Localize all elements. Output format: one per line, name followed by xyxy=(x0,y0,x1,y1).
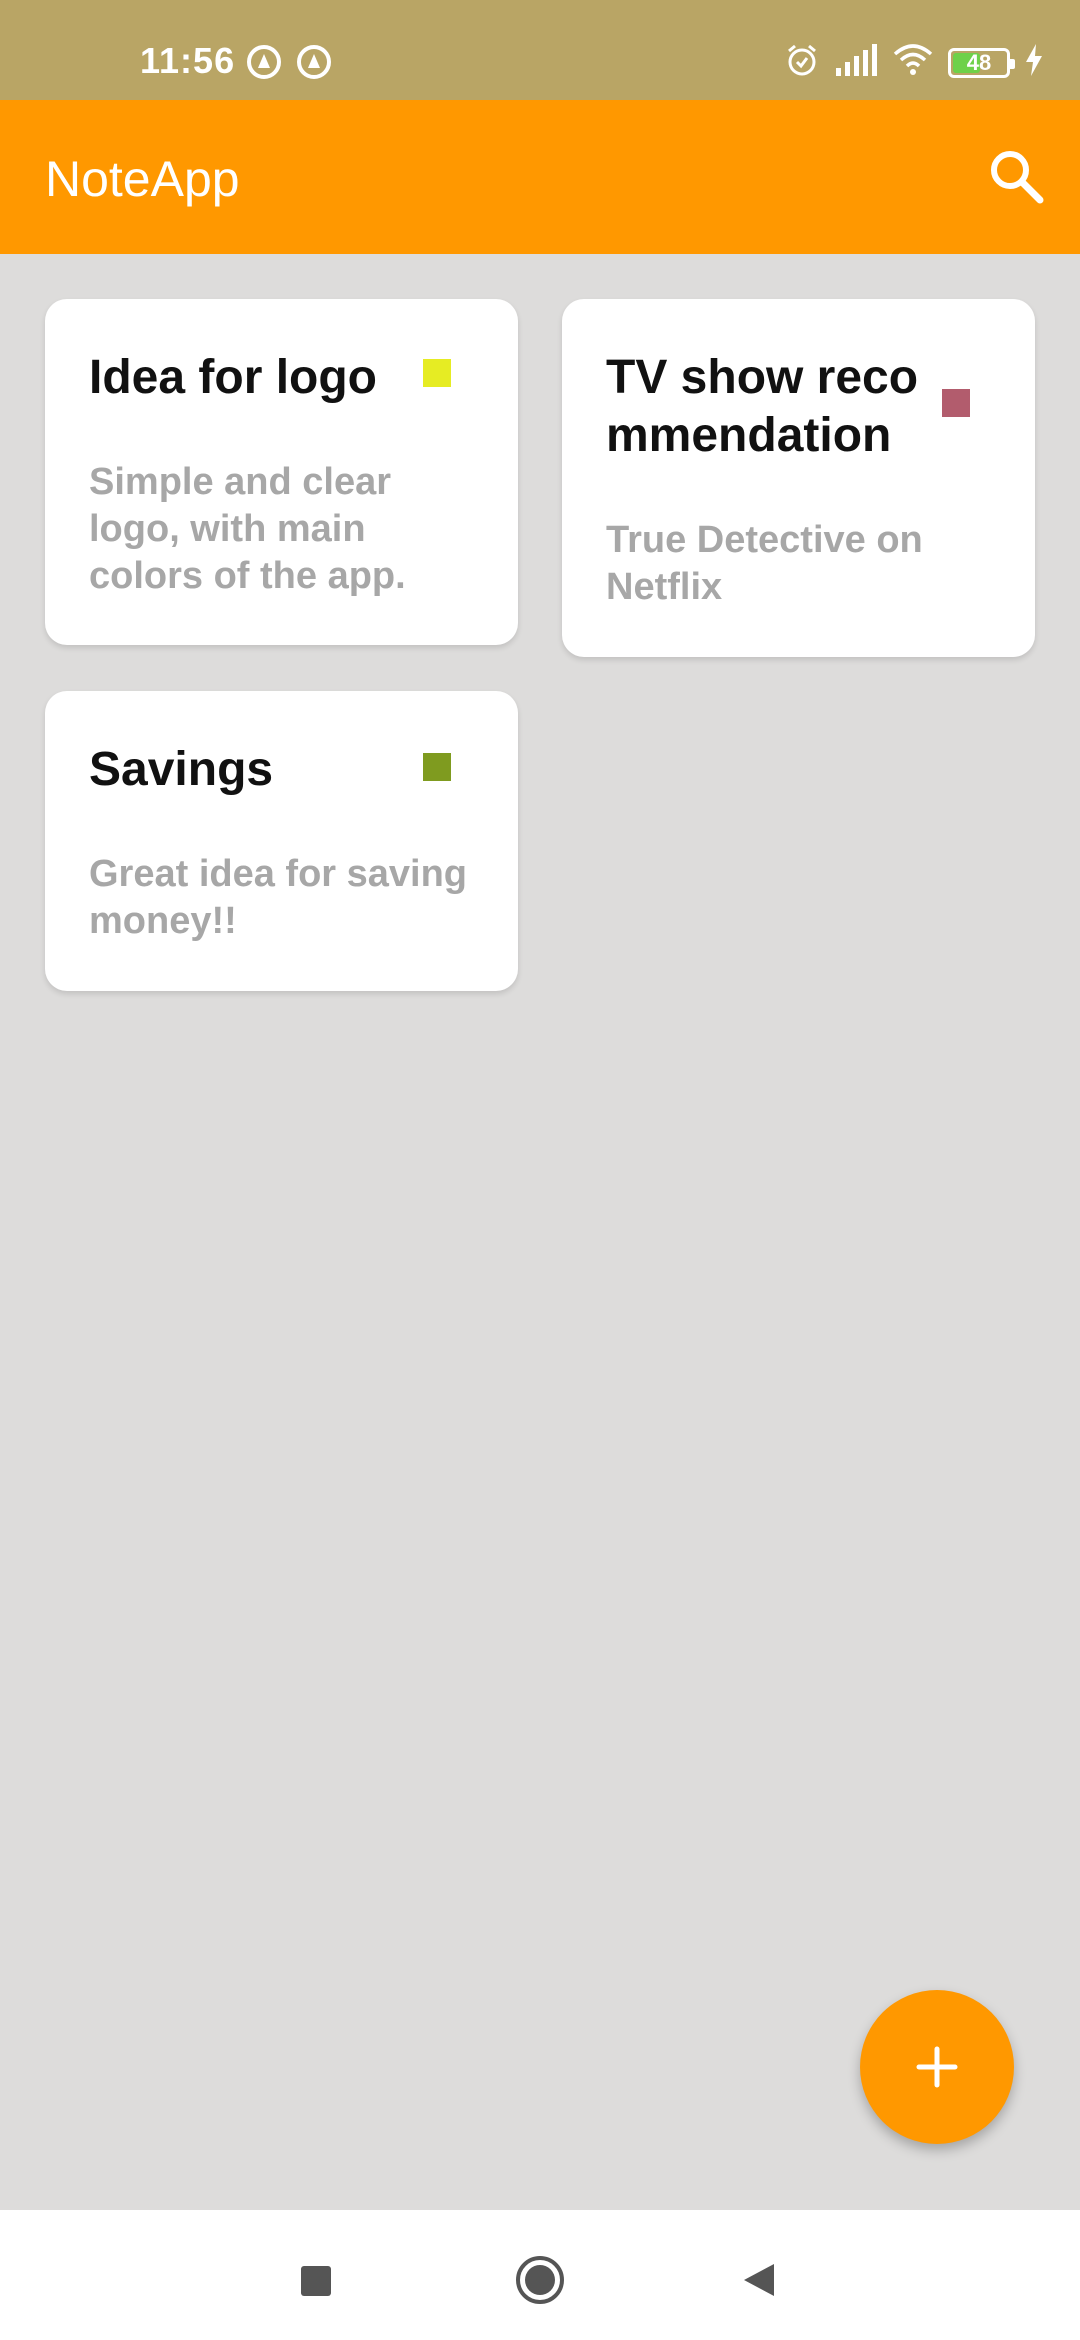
note-card[interactable]: Idea for logo Simple and clear logo, wit… xyxy=(45,299,518,645)
note-title: Idea for logo xyxy=(89,351,377,404)
note-body: Great idea for saving money!! xyxy=(89,853,468,942)
notification-icon xyxy=(246,44,282,85)
status-notification-icons xyxy=(246,44,332,85)
back-button[interactable] xyxy=(730,2250,790,2310)
note-color-indicator xyxy=(423,753,451,781)
status-time: 11:56 xyxy=(140,40,236,81)
add-note-button[interactable] xyxy=(860,1990,1014,2144)
home-icon xyxy=(516,2256,564,2304)
alarm-icon xyxy=(784,42,820,83)
charging-icon xyxy=(1024,44,1044,81)
note-color-indicator xyxy=(942,389,970,417)
note-card[interactable]: TV show recommendation True Detective on… xyxy=(562,299,1035,657)
battery-tip xyxy=(1010,58,1015,69)
home-button[interactable] xyxy=(510,2250,570,2310)
note-title: TV show recommendation xyxy=(606,351,919,462)
status-bar: 11:56 48 xyxy=(0,0,1080,100)
plus-icon xyxy=(916,2046,958,2088)
back-icon xyxy=(744,2264,774,2296)
search-button[interactable] xyxy=(984,144,1050,210)
note-body: Simple and clear logo, with main colors … xyxy=(89,461,406,597)
recents-icon xyxy=(301,2266,331,2296)
wifi-icon xyxy=(892,44,934,81)
signal-icon xyxy=(834,44,878,81)
battery-icon: 48 xyxy=(948,47,1015,78)
notification-icon xyxy=(296,44,332,85)
app-title: NoteApp xyxy=(45,151,240,207)
note-card[interactable]: Savings Great idea for saving money!! xyxy=(45,691,518,991)
app-bar: NoteApp xyxy=(0,100,1080,254)
note-color-indicator xyxy=(423,359,451,387)
search-icon xyxy=(991,151,1044,204)
status-system-icons: 48 xyxy=(784,42,1044,83)
recents-button[interactable] xyxy=(285,2250,345,2310)
navigation-bar xyxy=(0,2210,1080,2340)
battery-level: 48 xyxy=(966,49,992,75)
note-body: True Detective on Netflix xyxy=(606,519,923,608)
note-title: Savings xyxy=(89,743,274,796)
